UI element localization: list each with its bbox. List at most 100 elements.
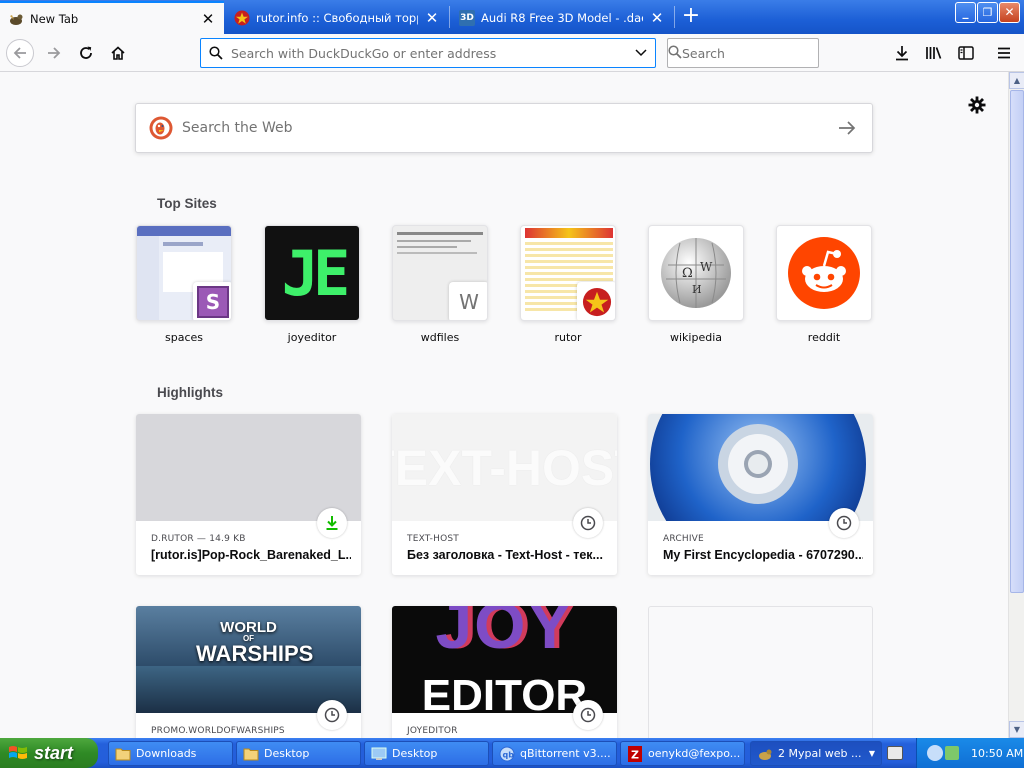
- url-bar[interactable]: [200, 38, 656, 68]
- taskbar-label: Downloads: [136, 747, 197, 760]
- svg-text:Ω: Ω: [682, 266, 693, 281]
- tab-rutor[interactable]: rutor.info :: Свободный торрент ✕: [226, 1, 448, 34]
- new-tab-button[interactable]: +: [678, 4, 704, 30]
- windows-logo-icon: [9, 746, 27, 759]
- web-search-box[interactable]: [135, 103, 873, 153]
- desktop-icon: [371, 746, 387, 762]
- close-window-button[interactable]: ✕: [999, 2, 1020, 23]
- taskbar-mypal[interactable]: 2 Mypal web ... ▼: [750, 741, 882, 766]
- top-site-reddit[interactable]: reddit: [776, 225, 872, 344]
- close-tab-icon[interactable]: ✕: [649, 9, 665, 27]
- card-title: Без заголовка - Text-Host - тек...: [407, 548, 603, 562]
- top-sites-heading: Top Sites: [157, 196, 217, 211]
- url-input[interactable]: [231, 45, 627, 61]
- tab-separator: [449, 6, 450, 28]
- card-context: JOYEDITOR: [407, 726, 458, 736]
- start-label: start: [34, 742, 74, 763]
- web-search-input[interactable]: [182, 120, 822, 136]
- top-site-wdfiles[interactable]: W wdfiles: [392, 225, 488, 344]
- clock-icon: [317, 700, 347, 730]
- top-site-wikipedia[interactable]: Ω W И wikipedia: [648, 225, 744, 344]
- menu-button[interactable]: [990, 39, 1018, 67]
- taskbar-label: 2 Mypal web ...: [778, 747, 862, 760]
- search-input[interactable]: [682, 45, 818, 61]
- svg-text:И: И: [692, 283, 702, 296]
- highlight-placeholder: [648, 606, 873, 738]
- mypal-icon: [757, 746, 773, 762]
- reload-icon: [80, 46, 92, 59]
- taskbar-downloads[interactable]: Downloads: [108, 741, 233, 766]
- highlight-card[interactable]: WORLD OF WARSHIPS PROMO.WORLDOFWARSHIPS: [136, 606, 361, 738]
- card-image: JOY EDITOR: [392, 606, 617, 713]
- forward-button[interactable]: [40, 39, 68, 67]
- home-icon: [111, 46, 125, 60]
- taskbar-clock: 10:50 AM: [971, 746, 1024, 760]
- card-context: D.RUTOR — 14.9 KB: [151, 534, 246, 544]
- maximize-button[interactable]: ❐: [977, 2, 998, 23]
- highlight-card[interactable]: ARCHIVE My First Encyclopedia - 6707290.…: [648, 414, 873, 575]
- card-title: [rutor.is]Pop-Rock_Barenaked_L...: [151, 548, 351, 562]
- duckduckgo-logo-icon: [149, 116, 173, 140]
- tray-network-icon[interactable]: [945, 746, 959, 760]
- highlight-card[interactable]: D.RUTOR — 14.9 KB [rutor.is]Pop-Rock_Bar…: [136, 414, 361, 575]
- taskbar-desktop-2[interactable]: Desktop: [364, 741, 489, 766]
- home-button[interactable]: [104, 39, 132, 67]
- top-site-label: rutor: [554, 331, 582, 344]
- folder-icon: [243, 746, 259, 762]
- tray-app-icon[interactable]: [927, 745, 943, 761]
- taskbar-label: Desktop: [392, 747, 438, 760]
- svg-text:qb: qb: [503, 750, 515, 759]
- taskbar-group-dropdown-icon[interactable]: ▼: [869, 749, 875, 758]
- card-context: TEXT-HOST: [407, 534, 459, 544]
- back-button[interactable]: [6, 39, 34, 67]
- highlights-heading: Highlights: [157, 385, 223, 400]
- search-bar[interactable]: [667, 38, 819, 68]
- keyboard-layout-icon[interactable]: [887, 746, 903, 760]
- taskbar-label: oenykd@fexpo...: [648, 747, 741, 760]
- back-arrow-icon: [13, 47, 26, 59]
- settings-gear-icon[interactable]: [966, 94, 988, 116]
- reload-button[interactable]: [72, 39, 100, 67]
- top-site-label: wikipedia: [669, 331, 722, 344]
- sidebar-button[interactable]: [952, 39, 980, 67]
- folder-icon: [115, 746, 131, 762]
- start-button[interactable]: start: [0, 738, 98, 768]
- wows-logo-world: WORLD: [220, 619, 277, 636]
- rutor-favicon-icon: [234, 10, 250, 26]
- reddit-logo-icon: [788, 237, 860, 309]
- scroll-down-arrow-icon[interactable]: ▼: [1009, 721, 1024, 738]
- navigation-toolbar: [0, 34, 1024, 72]
- wows-logo-warships: WARSHIPS: [196, 641, 314, 666]
- top-site-thumbnail: Ω W И: [648, 225, 744, 321]
- close-tab-icon[interactable]: ✕: [200, 10, 216, 28]
- top-site-joyeditor[interactable]: JE joyeditor: [264, 225, 360, 344]
- filezilla-icon: Z: [627, 745, 643, 762]
- top-site-thumbnail: [520, 225, 616, 321]
- highlight-card[interactable]: TEXT-HOST TEXT-HOST Без заголовка - Text…: [392, 414, 617, 575]
- card-context: PROMO.WORLDOFWARSHIPS: [151, 726, 285, 736]
- tab-new-tab[interactable]: New Tab ✕: [0, 1, 224, 34]
- close-tab-icon[interactable]: ✕: [424, 9, 440, 27]
- top-site-label: wdfiles: [420, 331, 460, 344]
- taskbar-filezilla[interactable]: Z oenykd@fexpo...: [620, 741, 745, 766]
- downloads-button[interactable]: [888, 39, 916, 67]
- taskbar-qbittorrent[interactable]: qb qBittorrent v3....: [492, 741, 617, 766]
- minimize-button[interactable]: _: [955, 2, 976, 23]
- card-title: My First Encyclopedia - 6707290...: [663, 548, 863, 562]
- top-site-label: reddit: [807, 331, 841, 344]
- scroll-up-arrow-icon[interactable]: ▲: [1009, 72, 1024, 89]
- taskbar-desktop-1[interactable]: Desktop: [236, 741, 361, 766]
- sidebar-icon: [958, 46, 974, 60]
- svg-text:Z: Z: [631, 748, 639, 761]
- clock-icon: [829, 508, 859, 538]
- top-site-spaces[interactable]: S spaces: [136, 225, 232, 344]
- scrollbar-thumb[interactable]: [1010, 90, 1024, 593]
- library-button[interactable]: [920, 39, 948, 67]
- tab-audi-model[interactable]: 3D Audi R8 Free 3D Model - .dae .ble ✕: [451, 1, 673, 34]
- search-go-arrow-icon[interactable]: [822, 121, 872, 135]
- top-site-rutor[interactable]: rutor: [520, 225, 616, 344]
- vertical-scrollbar[interactable]: ▲ ▼: [1008, 72, 1024, 738]
- chevron-down-icon[interactable]: [627, 49, 655, 57]
- highlight-card[interactable]: JOY EDITOR JOYEDITOR: [392, 606, 617, 738]
- spaces-badge: S: [193, 282, 231, 320]
